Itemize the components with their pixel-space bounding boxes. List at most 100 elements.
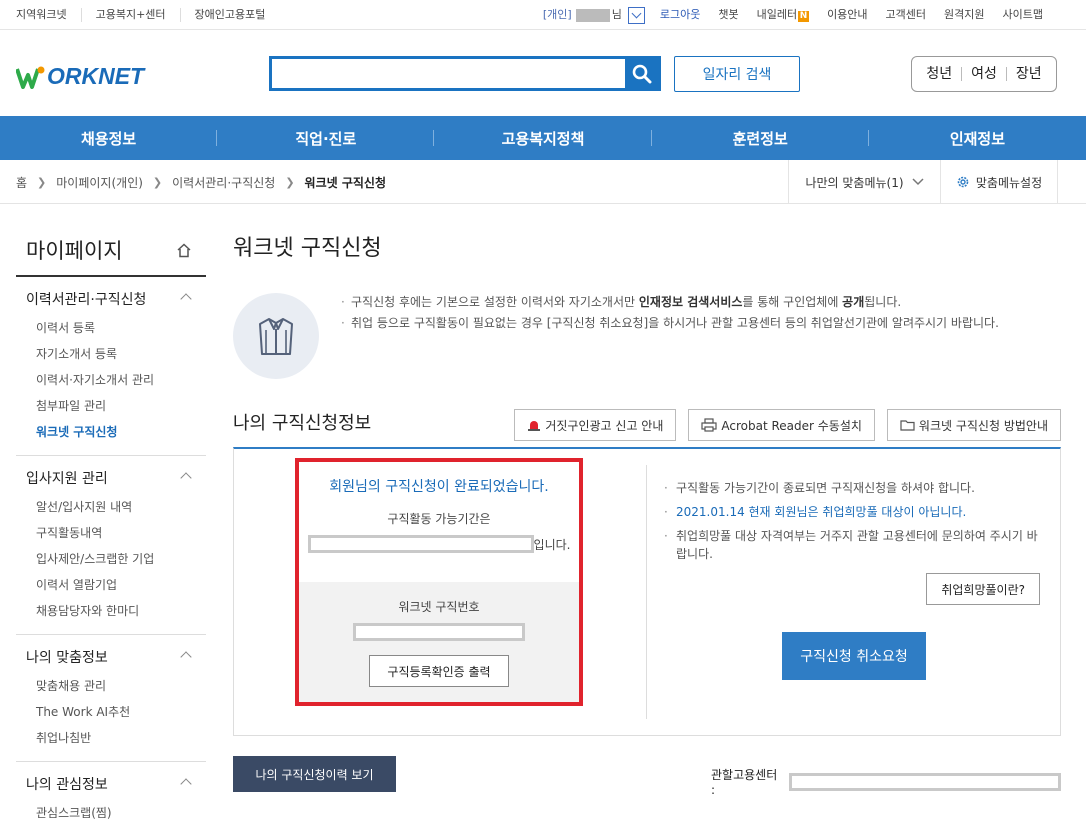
gnb-welfare-policy[interactable]: 고용복지정책	[434, 128, 652, 149]
group-title-text: 이력서관리·구직신청	[26, 292, 147, 308]
user-dropdown-icon[interactable]	[627, 6, 645, 24]
intro-text: 됩니다.	[864, 295, 902, 309]
audience-youth[interactable]: 청년	[917, 67, 963, 81]
breadcrumb-mypage[interactable]: 마이페이지(개인)	[56, 174, 143, 191]
link-regional-worknet[interactable]: 지역워크넷	[16, 8, 82, 22]
logout-link[interactable]: 로그아웃	[651, 8, 709, 22]
link-disabled-employment-portal[interactable]: 장애인고용포털	[181, 8, 280, 22]
gnb-recruit-info[interactable]: 채용정보	[0, 128, 218, 149]
sidebar-group-title[interactable]: 나의 맞춤정보	[26, 647, 206, 667]
audience-women[interactable]: 여성	[962, 67, 1007, 81]
chevron-up-icon	[180, 651, 192, 663]
bottom-row: 나의 구직신청이력 보기 관할고용센터 :	[233, 736, 1061, 797]
application-history-button[interactable]: 나의 구직신청이력 보기	[233, 756, 396, 792]
search-input[interactable]	[272, 59, 625, 88]
acrobat-label: Acrobat Reader 수동설치	[721, 418, 862, 433]
sidebar-item-activity[interactable]: 구직활동내역	[26, 520, 206, 546]
job-number-label: 워크넷 구직번호	[398, 600, 480, 614]
sidebar-group-title[interactable]: 나의 관심정보	[26, 774, 206, 794]
sidebar-group-title[interactable]: 입사지원 관리	[26, 468, 206, 488]
print-certificate-button[interactable]: 구직등록확인증 출력	[369, 655, 509, 687]
header: ORKNET 일자리 검색 청년 여성 장년	[0, 30, 1086, 116]
logo-w-icon	[16, 66, 45, 89]
sidebar-item-offers[interactable]: 입사제안/스크랩한 기업	[26, 546, 206, 572]
completion-message: 회원님의 구직신청이 완료되었습니다.	[329, 479, 549, 495]
siren-icon	[528, 421, 541, 431]
sidebar-item-resume-register[interactable]: 이력서 등록	[26, 315, 206, 341]
sidebar-item-apply-history[interactable]: 알선/입사지원 내역	[26, 494, 206, 520]
customer-center-link[interactable]: 고객센터	[877, 8, 935, 22]
menu-settings-button[interactable]: 맞춤메뉴설정	[940, 160, 1058, 204]
jurisdiction-center-masked-value	[789, 772, 1061, 791]
fake-ad-report-button[interactable]: 거짓구인광고 신고 안내	[514, 409, 677, 441]
home-icon[interactable]	[176, 242, 192, 258]
sidebar-item-viewed-companies[interactable]: 이력서 열람기업	[26, 572, 206, 598]
sidebar-item-ai-recommend[interactable]: The Work AI추천	[26, 699, 206, 725]
sidebar-title: 마이페이지	[16, 225, 206, 277]
intro-item: 취업 등으로 구직활동이 필요없는 경우 [구직신청 취소요청]을 하시거나 관…	[339, 314, 1061, 333]
sidebar-item-resume-manage[interactable]: 이력서·자기소개서 관리	[26, 367, 206, 393]
breadcrumb-resume-mgmt[interactable]: 이력서관리·구직신청	[172, 174, 275, 191]
audience-middle-aged[interactable]: 장년	[1007, 67, 1051, 81]
job-number-panel: 워크넷 구직번호 구직등록확인증 출력	[299, 582, 579, 702]
sidebar-item-job-application[interactable]: 워크넷 구직신청	[26, 419, 206, 445]
sidebar-item-cover-letter[interactable]: 자기소개서 등록	[26, 341, 206, 367]
user-suffix: 님	[611, 8, 622, 21]
my-letter-label: 내일레터	[756, 8, 798, 21]
guide-link[interactable]: 이용안내	[818, 8, 876, 22]
jurisdiction-center-label: 관할고용센터 :	[711, 768, 778, 797]
fake-ad-label: 거짓구인광고 신고 안내	[545, 418, 664, 433]
howto-guide-button[interactable]: 워크넷 구직신청 방법안내	[886, 409, 1061, 441]
cancel-application-button[interactable]: 구직신청 취소요청	[782, 632, 926, 680]
search-button[interactable]	[625, 59, 658, 88]
shirt-icon	[233, 293, 319, 379]
chatbot-link[interactable]: 챗봇	[709, 8, 747, 22]
sidebar-item-compass[interactable]: 취업나침반	[26, 725, 206, 751]
search-box	[269, 56, 661, 91]
sidebar-title-text: 마이페이지	[26, 239, 123, 263]
section-buttons: 거짓구인광고 신고 안내 Acrobat Reader 수동설치 워크넷 구직신…	[514, 409, 1061, 441]
gnb-job-career[interactable]: 직업·진로	[217, 128, 435, 149]
vertical-divider	[646, 465, 647, 719]
intro-section: 구직신청 후에는 기본으로 설정한 이력서와 자기소개서만 인재정보 검색서비스…	[233, 285, 1061, 393]
breadcrumb: 홈 ❯ 마이페이지(개인) ❯ 이력서관리·구직신청 ❯ 워크넷 구직신청 나만…	[0, 160, 1086, 204]
sidebar-item-recruiter-chat[interactable]: 채용담당자와 한마디	[26, 598, 206, 624]
user-type: [개인]	[542, 8, 572, 21]
job-number-row	[299, 623, 579, 645]
my-letter-link[interactable]: 내일레터 N	[748, 8, 818, 22]
group-title-text: 입사지원 관리	[26, 471, 108, 487]
worknet-logo[interactable]: ORKNET	[16, 63, 144, 90]
intro-list: 구직신청 후에는 기본으로 설정한 이력서와 자기소개서만 인재정보 검색서비스…	[339, 293, 1061, 335]
note-status: 취업희망풀 대상이 아닙니다.	[822, 505, 967, 519]
sidebar-group-resume: 이력서관리·구직신청 이력서 등록 자기소개서 등록 이력서·자기소개서 관리 …	[16, 277, 206, 456]
breadcrumb-home[interactable]: 홈	[16, 174, 27, 191]
new-badge: N	[798, 11, 810, 22]
util-right-links: [개인] 님 로그아웃 챗봇 내일레터 N 이용안내 고객센터 원격지원 사이트맵	[534, 0, 1052, 30]
sidebar-item-custom-recruit[interactable]: 맞춤채용 관리	[26, 673, 206, 699]
gnb-talent-info[interactable]: 인재정보	[869, 128, 1086, 149]
remote-support-link[interactable]: 원격지원	[935, 8, 993, 22]
gnb-training-info[interactable]: 훈련정보	[652, 128, 870, 149]
hope-pool-info-button[interactable]: 취업희망풀이란?	[926, 573, 1040, 605]
note-item: 구직활동 가능기간이 종료되면 구직재신청을 하셔야 합니다.	[662, 479, 1038, 497]
util-left-links: 지역워크넷 고용복지+센터 장애인고용포털	[16, 0, 279, 30]
period-masked-value	[307, 535, 534, 553]
section-title: 나의 구직신청정보	[233, 413, 372, 434]
link-employment-welfare-center[interactable]: 고용복지+센터	[82, 8, 181, 22]
folder-icon	[900, 420, 915, 431]
sidebar-item-attachments[interactable]: 첨부파일 관리	[26, 393, 206, 419]
utility-bar: 지역워크넷 고용복지+센터 장애인고용포털 [개인] 님 로그아웃 챗봇 내일레…	[0, 0, 1086, 30]
chevron-up-icon	[180, 472, 192, 484]
sidebar-item-scrap[interactable]: 관심스크랩(찜)	[26, 800, 206, 826]
chevron-up-icon	[180, 293, 192, 305]
my-menu-dropdown[interactable]: 나만의 맞춤메뉴(1)	[788, 160, 940, 204]
sitemap-link[interactable]: 사이트맵	[994, 8, 1052, 22]
sidebar-group-title[interactable]: 이력서관리·구직신청	[26, 289, 206, 309]
menu-settings-label: 맞춤메뉴설정	[975, 175, 1043, 190]
chevron-up-icon	[180, 778, 192, 790]
period-label: 구직활동 가능기간은	[387, 512, 491, 526]
note-date: 2021.01.14 현재 회원님은	[676, 505, 823, 519]
acrobat-install-button[interactable]: Acrobat Reader 수동설치	[688, 409, 875, 441]
howto-label: 워크넷 구직신청 방법안내	[918, 418, 1048, 433]
job-search-button[interactable]: 일자리 검색	[674, 56, 800, 92]
